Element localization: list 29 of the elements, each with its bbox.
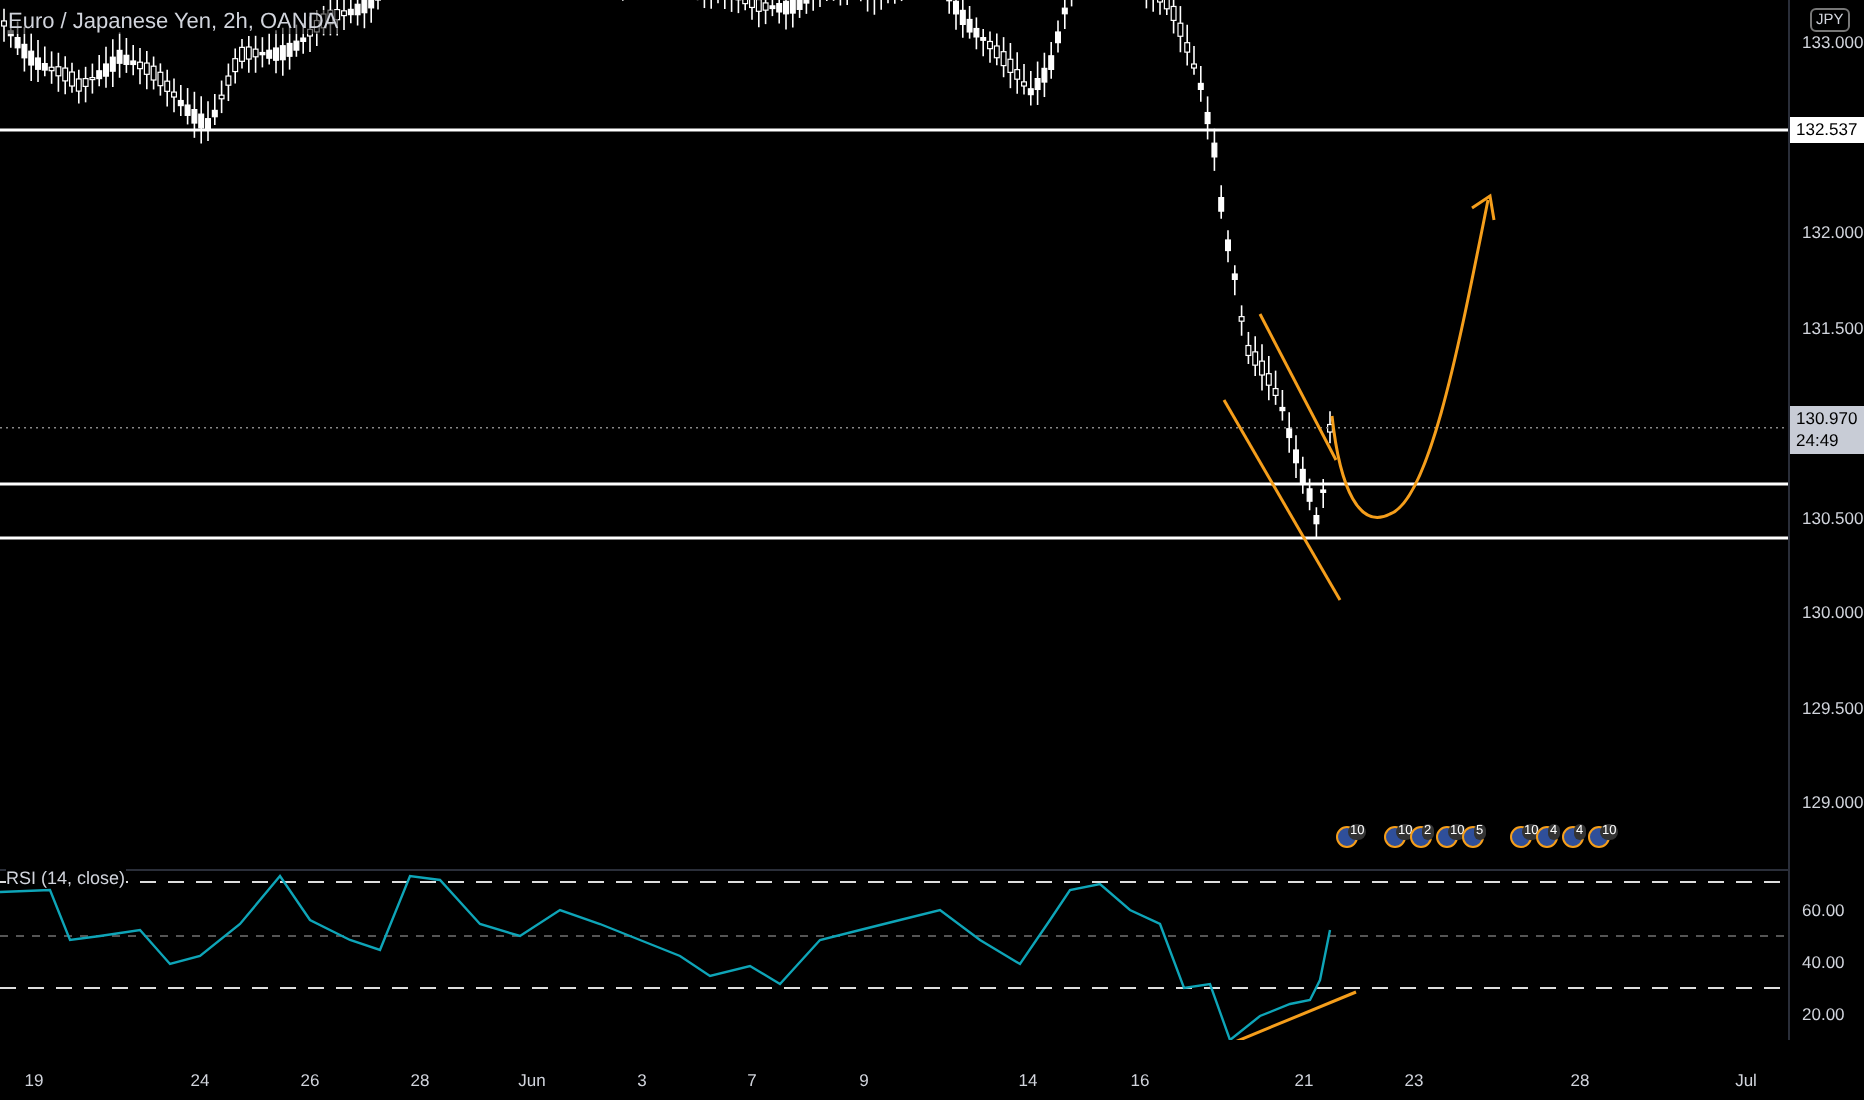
price-label: 132.537 (1790, 116, 1864, 143)
date-label: 24 (190, 1070, 210, 1090)
date-label: 14 (1018, 1070, 1038, 1090)
price-tick: 131.500 (1802, 317, 1864, 337)
price-tick: 129.000 (1802, 792, 1864, 812)
countdown: 24:49 (1796, 429, 1841, 452)
price-tick: 132.000 (1802, 222, 1864, 242)
date-label: 7 (747, 1070, 757, 1090)
last-price: 130.970 (1796, 407, 1858, 430)
date-label: 3 (637, 1070, 647, 1090)
date-label: 16 (1130, 1070, 1150, 1090)
price-tick: 130.500 (1802, 507, 1864, 527)
date-label: 9 (859, 1070, 869, 1090)
price-tick: 130.000 (1802, 602, 1864, 622)
rsi-tick: 60.00 (1802, 899, 1845, 920)
rsi-tick: 40.00 (1802, 952, 1845, 972)
price-tick: 129.500 (1802, 697, 1864, 717)
date-label: Jun (518, 1070, 546, 1090)
indicator-label: RSI (14, close) (6, 868, 126, 888)
date-label: 28 (1570, 1070, 1590, 1090)
rsi-tick: 20.00 (1802, 1004, 1845, 1025)
date-label: Jul (1735, 1070, 1757, 1090)
price-tick: 133.000 (1802, 32, 1864, 52)
chart-title: Euro / Japanese Yen, 2h, OANDA (8, 10, 339, 34)
date-label: 21 (1294, 1070, 1314, 1090)
date-label: 19 (24, 1070, 44, 1090)
date-label: 23 (1404, 1070, 1424, 1090)
date-label: 28 (410, 1070, 430, 1090)
date-label: 26 (300, 1070, 320, 1090)
